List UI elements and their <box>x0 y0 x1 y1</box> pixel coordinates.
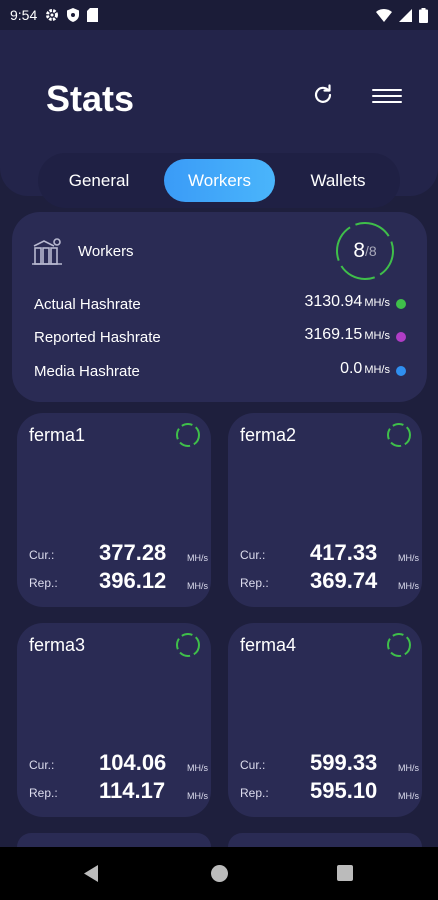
reported-label: Rep.: <box>240 786 269 800</box>
reported-hashrate-row: Rep.: 369.74 MH/s <box>240 568 420 596</box>
current-label: Cur.: <box>240 758 266 772</box>
recent-apps-icon[interactable] <box>337 865 353 881</box>
hashrate-label: Reported Hashrate <box>34 329 161 346</box>
current-hashrate-row: Cur.: 417.33 MH/s <box>240 540 420 568</box>
workers-label: Workers <box>78 243 134 260</box>
current-value: 599.33 <box>310 750 378 775</box>
signal-icon <box>399 8 412 22</box>
hamburger-menu-icon[interactable] <box>372 85 402 107</box>
current-value: 104.06 <box>99 750 167 775</box>
reported-hashrate-row: Reported Hashrate 3169.15 MH/s <box>34 326 406 348</box>
reported-value: 369.74 <box>310 568 378 593</box>
wifi-icon <box>376 8 392 22</box>
media-hashrate-row: Media Hashrate 0.0 MH/s <box>34 360 406 382</box>
worker-status-ring-icon <box>387 423 411 447</box>
battery-icon <box>419 7 428 23</box>
worker-card-partial[interactable] <box>228 833 422 847</box>
reported-label: Rep.: <box>240 576 269 590</box>
tab-workers[interactable]: Workers <box>164 159 275 202</box>
worker-status-ring-icon <box>387 633 411 657</box>
current-label: Cur.: <box>29 758 55 772</box>
current-label: Cur.: <box>29 548 55 562</box>
reported-hashrate-row: Rep.: 114.17 MH/s <box>29 778 209 806</box>
hashrate-value: 3130.94 MH/s <box>304 293 390 310</box>
hashrate-label: Actual Hashrate <box>34 296 141 313</box>
unit-label: MH/s <box>187 553 208 563</box>
worker-card[interactable]: ferma2 Cur.: 417.33 MH/s Rep.: 369.74 MH… <box>228 413 422 607</box>
workers-summary-card: Workers 8 /8 Actual Hashrate 3130.94 MH/s… <box>12 212 427 402</box>
current-value: 417.33 <box>310 540 378 565</box>
tab-bar: General Workers Wallets <box>38 153 400 208</box>
worker-card-partial[interactable] <box>17 833 211 847</box>
system-nav-bar <box>0 847 438 900</box>
worker-card[interactable]: ferma4 Cur.: 599.33 MH/s Rep.: 595.10 MH… <box>228 623 422 817</box>
current-label: Cur.: <box>240 548 266 562</box>
actual-hashrate-row: Actual Hashrate 3130.94 MH/s <box>34 293 406 315</box>
tab-wallets[interactable]: Wallets <box>282 159 394 202</box>
worker-name: ferma4 <box>240 635 297 655</box>
status-dot <box>396 332 406 342</box>
unit-label: MH/s <box>398 791 419 801</box>
current-value: 377.28 <box>99 540 167 565</box>
reported-label: Rep.: <box>29 786 58 800</box>
workers-count: 8 /8 <box>334 220 396 282</box>
unit-label: MH/s <box>398 581 419 591</box>
worker-name: ferma3 <box>29 635 86 655</box>
reported-hashrate-row: Rep.: 396.12 MH/s <box>29 568 209 596</box>
status-dot <box>396 299 406 309</box>
current-hashrate-row: Cur.: 599.33 MH/s <box>240 750 420 778</box>
workers-online-count: 8 <box>353 239 365 262</box>
gear-icon <box>46 9 59 21</box>
worker-status-ring-icon <box>176 423 200 447</box>
current-hashrate-row: Cur.: 377.28 MH/s <box>29 540 209 568</box>
worker-card[interactable]: ferma3 Cur.: 104.06 MH/s Rep.: 114.17 MH… <box>17 623 211 817</box>
worker-status-ring-icon <box>176 633 200 657</box>
unit-label: MH/s <box>398 763 419 773</box>
workers-total-count: /8 <box>365 243 377 259</box>
home-icon[interactable] <box>211 865 228 882</box>
reported-value: 396.12 <box>99 568 167 593</box>
reported-hashrate-row: Rep.: 595.10 MH/s <box>240 778 420 806</box>
hashrate-value: 3169.15 MH/s <box>304 326 390 343</box>
worker-name: ferma1 <box>29 425 86 445</box>
unit-label: MH/s <box>187 791 208 801</box>
hashrate-value: 0.0 MH/s <box>340 360 390 377</box>
refresh-icon[interactable] <box>310 82 336 108</box>
header-panel: Stats General Workers Wallets <box>0 30 438 208</box>
status-bar: 9:54 <box>0 0 438 30</box>
current-hashrate-row: Cur.: 104.06 MH/s <box>29 750 209 778</box>
tab-general[interactable]: General <box>44 159 154 202</box>
unit-label: MH/s <box>398 553 419 563</box>
back-icon[interactable] <box>84 865 100 882</box>
reported-value: 595.10 <box>310 778 378 803</box>
sd-card-icon <box>87 8 99 22</box>
unit-label: MH/s <box>187 763 208 773</box>
mining-rig-icon <box>32 238 62 265</box>
hashrate-label: Media Hashrate <box>34 363 140 380</box>
shield-icon <box>67 8 80 22</box>
worker-card[interactable]: ferma1 Cur.: 377.28 MH/s Rep.: 396.12 MH… <box>17 413 211 607</box>
unit-label: MH/s <box>187 581 208 591</box>
reported-label: Rep.: <box>29 576 58 590</box>
status-time: 9:54 <box>10 7 38 23</box>
worker-name: ferma2 <box>240 425 297 445</box>
reported-value: 114.17 <box>99 778 166 803</box>
status-dot <box>396 366 406 376</box>
page-title: Stats <box>46 78 135 119</box>
